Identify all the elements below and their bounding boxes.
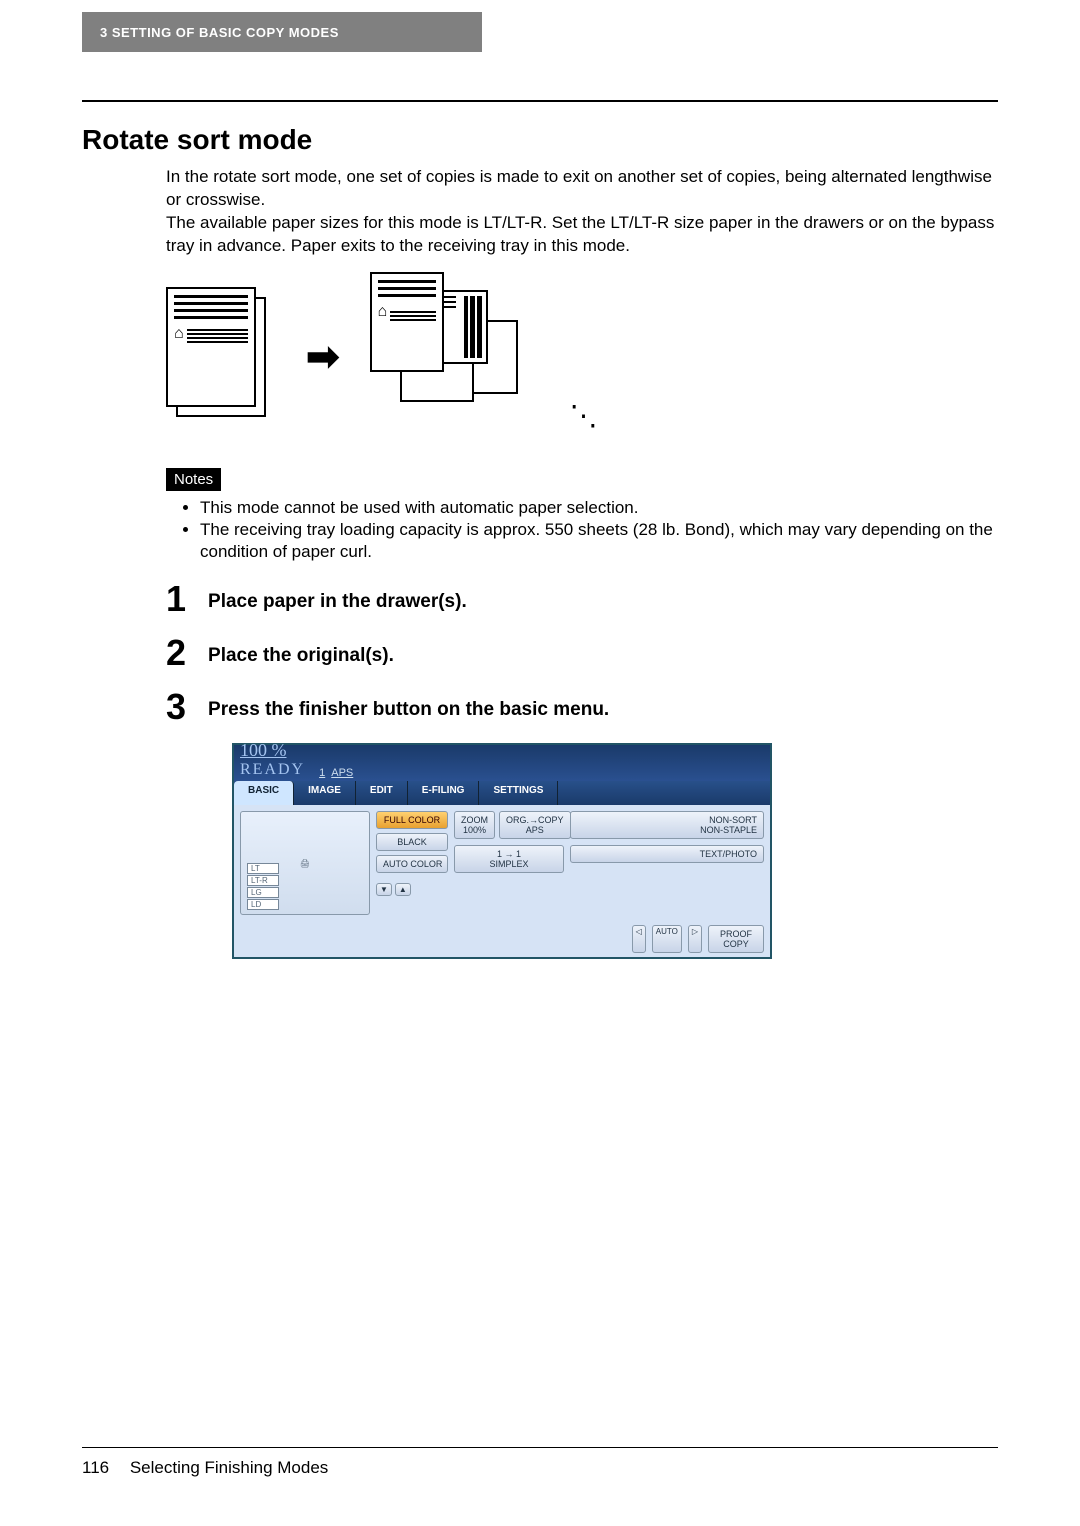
color-buttons: FULL COLOR BLACK AUTO COLOR ▼ ▲ xyxy=(376,811,448,915)
chapter-header: 3 SETTING OF BASIC COPY MODES xyxy=(82,12,482,52)
chapter-title: 3 SETTING OF BASIC COPY MODES xyxy=(100,25,339,40)
step-text: Place paper in the drawer(s). xyxy=(208,581,467,613)
ready-status: READY xyxy=(240,761,305,779)
panel-bottom-bar: ◁ AUTO ▷ PROOF COPY xyxy=(234,921,770,957)
note-item: The receiving tray loading capacity is a… xyxy=(200,519,998,563)
step-number: 3 xyxy=(166,689,186,725)
panel-tabs: BASIC IMAGE EDIT E-FILING SETTINGS xyxy=(234,781,770,805)
zoom-percent: 100 % xyxy=(240,740,305,761)
page-footer: 116 Selecting Finishing Modes xyxy=(82,1447,998,1478)
note-item: This mode cannot be used with automatic … xyxy=(200,497,998,519)
simplex-button[interactable]: 1 → 1 SIMPLEX xyxy=(454,845,564,873)
output-stack: ⌂ xyxy=(370,272,540,442)
diagram: ⌂ ➡ ⌂ ⋱ xyxy=(166,272,998,442)
arrow-icon: ➡ xyxy=(306,334,340,380)
copy-count: 1 xyxy=(319,767,325,779)
prev-button[interactable]: ◁ xyxy=(632,925,646,953)
aps-label: APS xyxy=(331,767,353,779)
step-item: 2 Place the original(s). xyxy=(166,635,998,671)
auto-color-button[interactable]: AUTO COLOR xyxy=(376,855,448,873)
full-color-button[interactable]: FULL COLOR xyxy=(376,811,448,829)
step-item: 3 Press the finisher button on the basic… xyxy=(166,689,998,725)
intro-paragraphs: In the rotate sort mode, one set of copi… xyxy=(166,166,998,258)
footer-title: Selecting Finishing Modes xyxy=(130,1458,328,1477)
drawer-item: LT xyxy=(247,863,279,874)
step-item: 1 Place paper in the drawer(s). xyxy=(166,581,998,617)
step-number: 1 xyxy=(166,581,186,617)
proof-copy-button[interactable]: PROOF COPY xyxy=(708,925,764,953)
panel-status-bar: 100 % READY 1 APS xyxy=(234,745,770,781)
step-text: Place the original(s). xyxy=(208,635,394,667)
down-arrow-button[interactable]: ▼ xyxy=(376,883,392,896)
non-sort-button[interactable]: NON-SORT NON-STAPLE xyxy=(570,811,764,839)
drawer-item: LG xyxy=(247,887,279,898)
notes-label: Notes xyxy=(166,468,221,491)
step-number: 2 xyxy=(166,635,186,671)
tab-edit[interactable]: EDIT xyxy=(356,781,408,805)
house-icon: ⌂ xyxy=(174,325,184,343)
machine-diagram: 🖨 LT LT-R LG LD xyxy=(240,811,370,915)
tab-basic[interactable]: BASIC xyxy=(234,781,294,805)
source-stack: ⌂ xyxy=(166,287,276,427)
tab-settings[interactable]: SETTINGS xyxy=(479,781,558,805)
drawer-item: LT-R xyxy=(247,875,279,886)
up-arrow-button[interactable]: ▲ xyxy=(395,883,411,896)
top-rule xyxy=(82,100,998,102)
drawer-list: LT LT-R LG LD xyxy=(247,863,279,910)
intro-p1: In the rotate sort mode, one set of copi… xyxy=(166,166,998,212)
printer-icon: 🖨 xyxy=(300,859,310,868)
intro-p2: The available paper sizes for this mode … xyxy=(166,212,998,258)
step-text: Press the finisher button on the basic m… xyxy=(208,689,609,721)
notes-list: This mode cannot be used with automatic … xyxy=(186,497,998,563)
auto-button[interactable]: AUTO xyxy=(652,925,682,953)
page-number: 116 xyxy=(82,1458,109,1477)
tab-image[interactable]: IMAGE xyxy=(294,781,356,805)
panel-body: 🖨 LT LT-R LG LD FULL COLOR BLACK AUTO CO… xyxy=(234,805,770,921)
house-icon: ⌂ xyxy=(378,303,388,321)
printer-panel: 100 % READY 1 APS BASIC IMAGE EDIT E-FIL… xyxy=(232,743,772,959)
text-photo-button[interactable]: TEXT/PHOTO xyxy=(570,845,764,863)
section-title: Rotate sort mode xyxy=(82,124,998,156)
next-button[interactable]: ▷ xyxy=(688,925,702,953)
zoom-button[interactable]: ZOOM 100% xyxy=(454,811,495,839)
black-button[interactable]: BLACK xyxy=(376,833,448,851)
steps-list: 1 Place paper in the drawer(s). 2 Place … xyxy=(166,581,998,725)
tab-efiling[interactable]: E-FILING xyxy=(408,781,480,805)
org-copy-button[interactable]: ORG.→COPY APS xyxy=(499,811,571,839)
ellipsis-icon: ⋱ xyxy=(570,399,602,442)
drawer-item: LD xyxy=(247,899,279,910)
